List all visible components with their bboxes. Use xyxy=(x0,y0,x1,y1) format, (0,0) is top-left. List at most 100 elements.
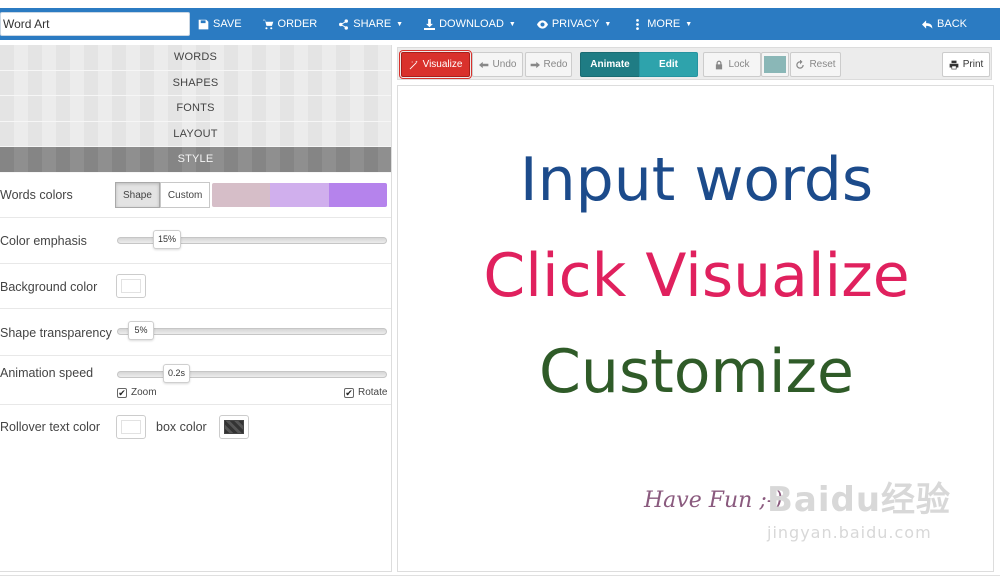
section-layout[interactable]: LAYOUT xyxy=(0,121,391,147)
rotate-label: Rotate xyxy=(358,387,388,398)
print-icon xyxy=(949,60,959,69)
visualize-button[interactable]: Visualize xyxy=(399,50,472,79)
section-shapes[interactable]: SHAPES xyxy=(0,70,391,96)
rollover-text-color-picker[interactable] xyxy=(116,415,146,439)
save-menu-button[interactable]: SAVE xyxy=(198,8,242,40)
lock-label: Lock xyxy=(728,59,750,70)
color-emphasis-slider[interactable]: 15% xyxy=(117,230,387,249)
have-fun-text: Have Fun ;-) xyxy=(644,488,783,513)
share-label: SHARE xyxy=(353,18,392,30)
canvas-line-click-visualize: Click Visualize xyxy=(483,241,910,311)
checkmark-icon: ✔ xyxy=(344,387,354,398)
color-emphasis-row: Color emphasis 15% xyxy=(0,218,391,264)
order-label: ORDER xyxy=(277,18,318,30)
words-colors-label: Words colors xyxy=(0,188,73,202)
color-emphasis-label: Color emphasis xyxy=(0,234,87,248)
bottom-divider xyxy=(0,575,1000,576)
download-icon xyxy=(424,18,436,30)
custom-colors-button[interactable]: Custom xyxy=(159,182,211,208)
baidu-watermark: Baidu经验 jingyan.baidu.com xyxy=(767,472,951,542)
edit-button[interactable]: Edit xyxy=(639,52,698,77)
visualize-label: Visualize xyxy=(422,59,463,70)
more-menu-button[interactable]: MORE ▼ xyxy=(632,8,692,40)
shape-transparency-slider[interactable]: 5% xyxy=(117,321,387,340)
more-vertical-icon xyxy=(636,18,640,30)
shape-transparency-row: Shape transparency 5% xyxy=(0,309,391,356)
shape-transparency-label: Shape transparency xyxy=(0,326,112,340)
settings-panel: WORDS SHAPES FONTS LAYOUT STYLE Words co… xyxy=(0,45,392,572)
animation-speed-row: Animation speed 0.2s ✔ Zoom ✔ Rotate xyxy=(0,356,391,405)
watermark-logo: Baidu经验 xyxy=(767,480,952,520)
canvas-line-input-words: Input words xyxy=(519,145,874,215)
rollover-row: Rollover text color box color xyxy=(0,405,391,451)
box-color-label: box color xyxy=(156,420,207,434)
section-words[interactable]: WORDS xyxy=(0,45,391,71)
redo-label: Redo xyxy=(543,59,568,70)
rollover-text-color-label: Rollover text color xyxy=(0,420,101,434)
main-menu: SAVE ORDER SHARE ▼ DOWNLOAD ▼ PRIVACY ▼ … xyxy=(198,8,713,40)
more-label: MORE xyxy=(647,18,681,30)
eye-icon xyxy=(536,19,548,29)
color-emphasis-handle[interactable]: 15% xyxy=(153,230,182,249)
back-icon xyxy=(922,19,933,29)
word-art-canvas[interactable]: Input words Click Visualize Customize Ha… xyxy=(397,85,994,572)
back-label: BACK xyxy=(937,18,967,30)
section-style[interactable]: STYLE xyxy=(0,147,391,173)
redo-icon xyxy=(530,61,540,68)
rotate-checkbox[interactable]: ✔ Rotate xyxy=(344,387,387,398)
zoom-label: Zoom xyxy=(131,387,157,398)
chevron-down-icon: ▼ xyxy=(685,20,693,28)
palette-swatch[interactable] xyxy=(270,183,329,207)
print-label: Print xyxy=(962,59,984,70)
lock-button[interactable]: Lock xyxy=(703,52,761,77)
shape-transparency-handle[interactable]: 5% xyxy=(128,321,154,340)
share-menu-button[interactable]: SHARE ▼ xyxy=(338,8,403,40)
canvas-line-customize: Customize xyxy=(539,337,854,407)
animation-speed-slider[interactable]: 0.2s xyxy=(117,364,387,383)
zoom-checkbox[interactable]: ✔ Zoom xyxy=(117,387,157,398)
animation-speed-label: Animation speed xyxy=(0,366,94,380)
reset-button[interactable]: Reset xyxy=(790,52,841,77)
watermark-url: jingyan.baidu.com xyxy=(767,523,932,542)
current-color-swatch xyxy=(764,56,786,73)
share-icon xyxy=(339,18,349,30)
save-label: SAVE xyxy=(213,18,242,30)
background-color-label: Background color xyxy=(0,280,98,294)
section-fonts[interactable]: FONTS xyxy=(0,96,391,122)
words-colors-row: Words colors Shape Custom xyxy=(0,172,391,218)
title-input[interactable] xyxy=(0,12,190,36)
animation-speed-handle[interactable]: 0.2s xyxy=(163,364,191,383)
undo-label: Undo xyxy=(492,59,517,70)
download-menu-button[interactable]: DOWNLOAD ▼ xyxy=(424,8,516,40)
canvas-toolbar: Visualize Undo Redo Animate Edit Lock Re… xyxy=(397,47,992,80)
box-color-picker[interactable] xyxy=(219,415,249,439)
chevron-down-icon: ▼ xyxy=(508,20,516,28)
privacy-label: PRIVACY xyxy=(551,18,600,30)
privacy-menu-button[interactable]: PRIVACY ▼ xyxy=(536,8,612,40)
top-menu-bar: SAVE ORDER SHARE ▼ DOWNLOAD ▼ PRIVACY ▼ … xyxy=(0,8,1000,40)
color-swatch-button[interactable] xyxy=(761,52,789,77)
background-color-row: Background color xyxy=(0,264,391,309)
back-button[interactable]: BACK xyxy=(922,8,967,40)
reset-label: Reset xyxy=(809,59,836,70)
refresh-icon xyxy=(796,59,805,69)
palette-swatch[interactable] xyxy=(212,183,271,207)
animate-button[interactable]: Animate xyxy=(580,52,640,77)
magic-wand-icon xyxy=(409,60,418,69)
background-color-picker[interactable] xyxy=(116,274,146,298)
print-button[interactable]: Print xyxy=(942,52,990,77)
chevron-down-icon: ▼ xyxy=(604,20,612,28)
undo-button[interactable]: Undo xyxy=(472,52,523,77)
undo-icon xyxy=(478,61,488,68)
palette-swatch[interactable] xyxy=(328,183,387,207)
lock-icon xyxy=(716,60,723,69)
save-icon xyxy=(198,19,209,29)
cart-icon xyxy=(262,19,273,29)
redo-button[interactable]: Redo xyxy=(525,52,572,77)
checkmark-icon: ✔ xyxy=(117,387,127,398)
chevron-down-icon: ▼ xyxy=(396,20,404,28)
color-palette[interactable] xyxy=(212,183,387,207)
words-colors-mode: Shape Custom xyxy=(115,182,211,208)
order-menu-button[interactable]: ORDER xyxy=(262,8,318,40)
shape-colors-button[interactable]: Shape xyxy=(115,182,160,208)
